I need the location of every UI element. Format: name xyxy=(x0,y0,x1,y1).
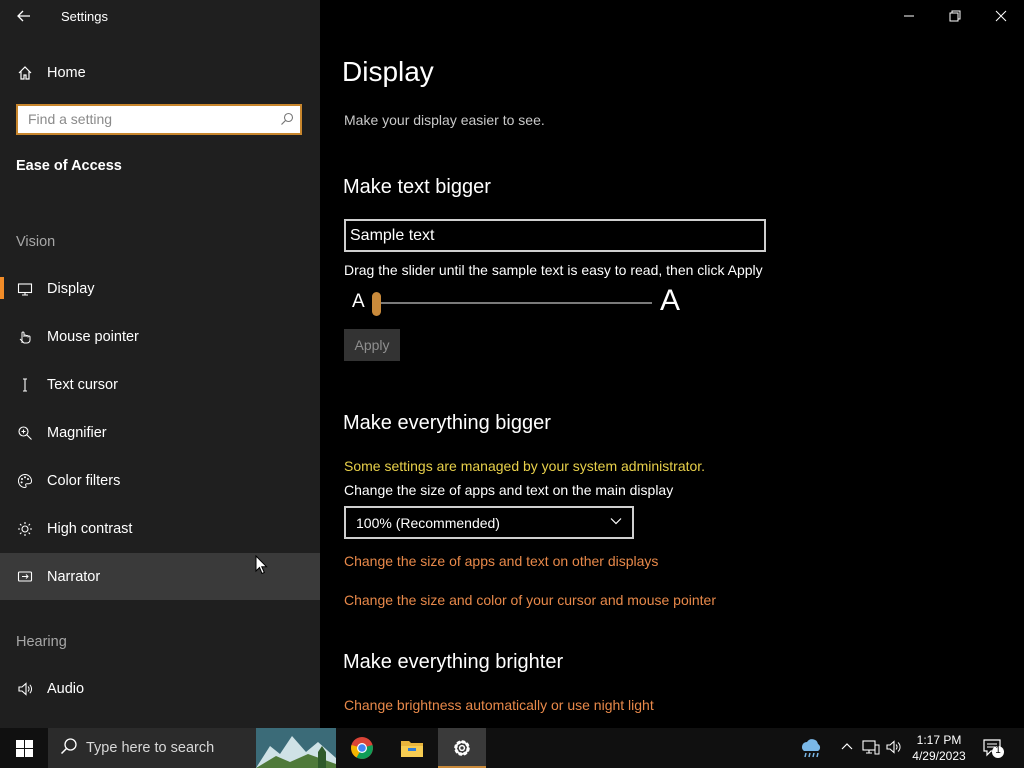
chrome-icon xyxy=(351,737,373,759)
sidebar-item-magnifier[interactable]: Magnifier xyxy=(0,411,320,455)
sidebar-item-home[interactable]: Home xyxy=(0,51,320,95)
gear-icon xyxy=(454,740,470,756)
narrator-icon xyxy=(17,569,33,585)
admin-managed-notice: Some settings are managed by your system… xyxy=(344,458,706,474)
back-arrow-icon xyxy=(17,10,30,22)
chevron-up-icon[interactable] xyxy=(840,739,854,760)
sample-text-preview: Sample text xyxy=(344,219,766,252)
home-icon xyxy=(17,65,33,81)
slider-max-label: A xyxy=(660,284,681,317)
windows-logo-icon xyxy=(15,739,33,757)
page-subtitle: Make your display easier to see. xyxy=(344,112,545,128)
mouse-cursor-icon xyxy=(255,555,268,575)
section-title: Ease of Access xyxy=(16,158,122,174)
sidebar-item-text-cursor[interactable]: Text cursor xyxy=(0,363,320,407)
apply-button[interactable]: Apply xyxy=(344,329,400,361)
sidebar-item-display[interactable]: Display xyxy=(0,267,320,311)
sidebar-item-label: Audio xyxy=(47,681,85,697)
sidebar-item-label: Color filters xyxy=(47,473,121,489)
monitor-icon xyxy=(17,281,33,297)
page-title: Display xyxy=(342,56,434,87)
heading-make-everything-bigger: Make everything bigger xyxy=(343,412,551,434)
main-content: Display Make your display easier to see.… xyxy=(320,0,1024,728)
sidebar-item-mouse-pointer[interactable]: Mouse pointer xyxy=(0,315,320,359)
scale-label: Change the size of apps and text on the … xyxy=(344,482,674,498)
slider-hint: Drag the slider until the sample text is… xyxy=(344,262,763,278)
start-button[interactable] xyxy=(0,728,48,768)
group-label-hearing: Hearing xyxy=(16,634,67,650)
heading-make-everything-brighter: Make everything brighter xyxy=(343,651,564,673)
sidebar-item-audio[interactable]: Audio xyxy=(0,667,320,711)
taskbar: Type here to search 1:17 PM 4/29/2023 1 xyxy=(0,728,1024,768)
search-field[interactable] xyxy=(16,104,302,135)
action-center-icon[interactable]: 1 xyxy=(982,738,1008,765)
speaker-icon xyxy=(17,681,33,697)
sidebar-item-label: Mouse pointer xyxy=(47,329,139,345)
sidebar-item-narrator[interactable]: Narrator xyxy=(0,553,320,600)
network-icon[interactable] xyxy=(862,739,880,760)
sidebar: Settings Home Ease of Access Vision Disp… xyxy=(0,0,320,728)
onedrive-weather-icon[interactable] xyxy=(798,737,824,764)
sidebar-item-label: Magnifier xyxy=(47,425,107,441)
link-cursor-size[interactable]: Change the size and color of your cursor… xyxy=(344,592,716,608)
sidebar-item-label: Narrator xyxy=(47,568,101,585)
search-input[interactable] xyxy=(18,106,278,131)
link-other-displays[interactable]: Change the size of apps and text on othe… xyxy=(344,553,658,569)
link-brightness[interactable]: Change brightness automatically or use n… xyxy=(344,697,654,713)
sidebar-item-high-contrast[interactable]: High contrast xyxy=(0,507,320,551)
sun-icon xyxy=(17,521,33,537)
scale-dropdown[interactable]: 100% (Recommended) xyxy=(344,506,634,539)
taskbar-search-placeholder: Type here to search xyxy=(86,740,215,756)
title-bar: Settings xyxy=(0,0,320,32)
taskbar-clock[interactable]: 1:17 PM 4/29/2023 xyxy=(904,732,974,764)
clock-time: 1:17 PM xyxy=(916,733,962,747)
search-icon xyxy=(60,737,78,760)
slider-min-label: A xyxy=(352,291,365,312)
app-title: Settings xyxy=(61,9,108,24)
sidebar-item-label: High contrast xyxy=(47,521,133,537)
text-size-slider-thumb[interactable] xyxy=(372,292,381,316)
sidebar-item-label: Home xyxy=(47,65,86,81)
heading-make-text-bigger: Make text bigger xyxy=(343,176,491,198)
taskbar-file-explorer[interactable] xyxy=(388,728,436,768)
magnifier-icon xyxy=(17,425,33,441)
back-button[interactable] xyxy=(12,6,36,26)
chevron-down-icon xyxy=(609,514,623,531)
taskbar-settings[interactable] xyxy=(438,728,486,768)
text-size-slider-track[interactable] xyxy=(376,302,652,304)
volume-icon[interactable] xyxy=(885,739,903,760)
search-highlight-illustration-icon xyxy=(256,728,336,768)
sidebar-item-color-filters[interactable]: Color filters xyxy=(0,459,320,503)
group-label-vision: Vision xyxy=(16,234,56,250)
taskbar-search-box[interactable]: Type here to search xyxy=(48,728,336,768)
folder-icon xyxy=(401,741,423,757)
palette-icon xyxy=(17,473,33,489)
taskbar-chrome[interactable] xyxy=(338,728,386,768)
search-icon[interactable] xyxy=(280,112,294,131)
scale-dropdown-value: 100% (Recommended) xyxy=(356,514,500,531)
sidebar-item-label: Text cursor xyxy=(47,377,118,393)
clock-date: 4/29/2023 xyxy=(912,749,966,763)
sidebar-item-label: Display xyxy=(47,281,95,297)
mouse-pointer-icon xyxy=(17,329,33,345)
text-cursor-icon xyxy=(17,377,33,393)
notification-count: 1 xyxy=(995,745,1001,756)
